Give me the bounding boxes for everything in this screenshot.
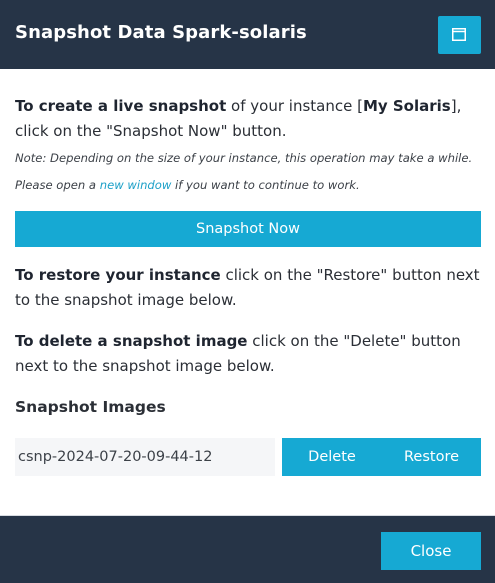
snapshot-now-button[interactable]: Snapshot Now bbox=[15, 211, 481, 247]
delete-button[interactable]: Delete bbox=[282, 438, 382, 476]
snapshot-image-row: csnp-2024-07-20-09-44-12 Delete Restore bbox=[15, 438, 481, 476]
create-snapshot-bold: To create a live snapshot bbox=[15, 97, 227, 115]
instance-name: My Solaris bbox=[362, 97, 451, 115]
delete-info: To delete a snapshot image click on the … bbox=[15, 329, 485, 379]
restore-info-bold: To restore your instance bbox=[15, 266, 221, 284]
dialog-header: Snapshot Data Spark-solaris bbox=[0, 0, 495, 69]
dialog-footer: Close bbox=[0, 516, 495, 583]
restore-button[interactable]: Restore bbox=[382, 438, 481, 476]
new-window-link[interactable]: new window bbox=[100, 178, 172, 192]
window-toggle-button[interactable] bbox=[438, 16, 481, 54]
snapshot-images-title: Snapshot Images bbox=[15, 398, 166, 416]
create-snapshot-text1: of your instance [ bbox=[226, 97, 363, 115]
note-text-after: if you want to continue to work. bbox=[171, 178, 360, 192]
window-icon bbox=[452, 28, 466, 41]
close-button[interactable]: Close bbox=[381, 532, 481, 570]
snapshot-note: Note: Depending on the size of your inst… bbox=[15, 145, 485, 199]
delete-info-bold: To delete a snapshot image bbox=[15, 332, 248, 350]
snapshot-image-name: csnp-2024-07-20-09-44-12 bbox=[15, 438, 275, 476]
restore-info: To restore your instance click on the "R… bbox=[15, 263, 485, 313]
snapshot-image-actions: Delete Restore bbox=[282, 438, 481, 476]
dialog-title: Snapshot Data Spark-solaris bbox=[15, 22, 307, 43]
create-snapshot-info: To create a live snapshot of your instan… bbox=[15, 94, 485, 144]
